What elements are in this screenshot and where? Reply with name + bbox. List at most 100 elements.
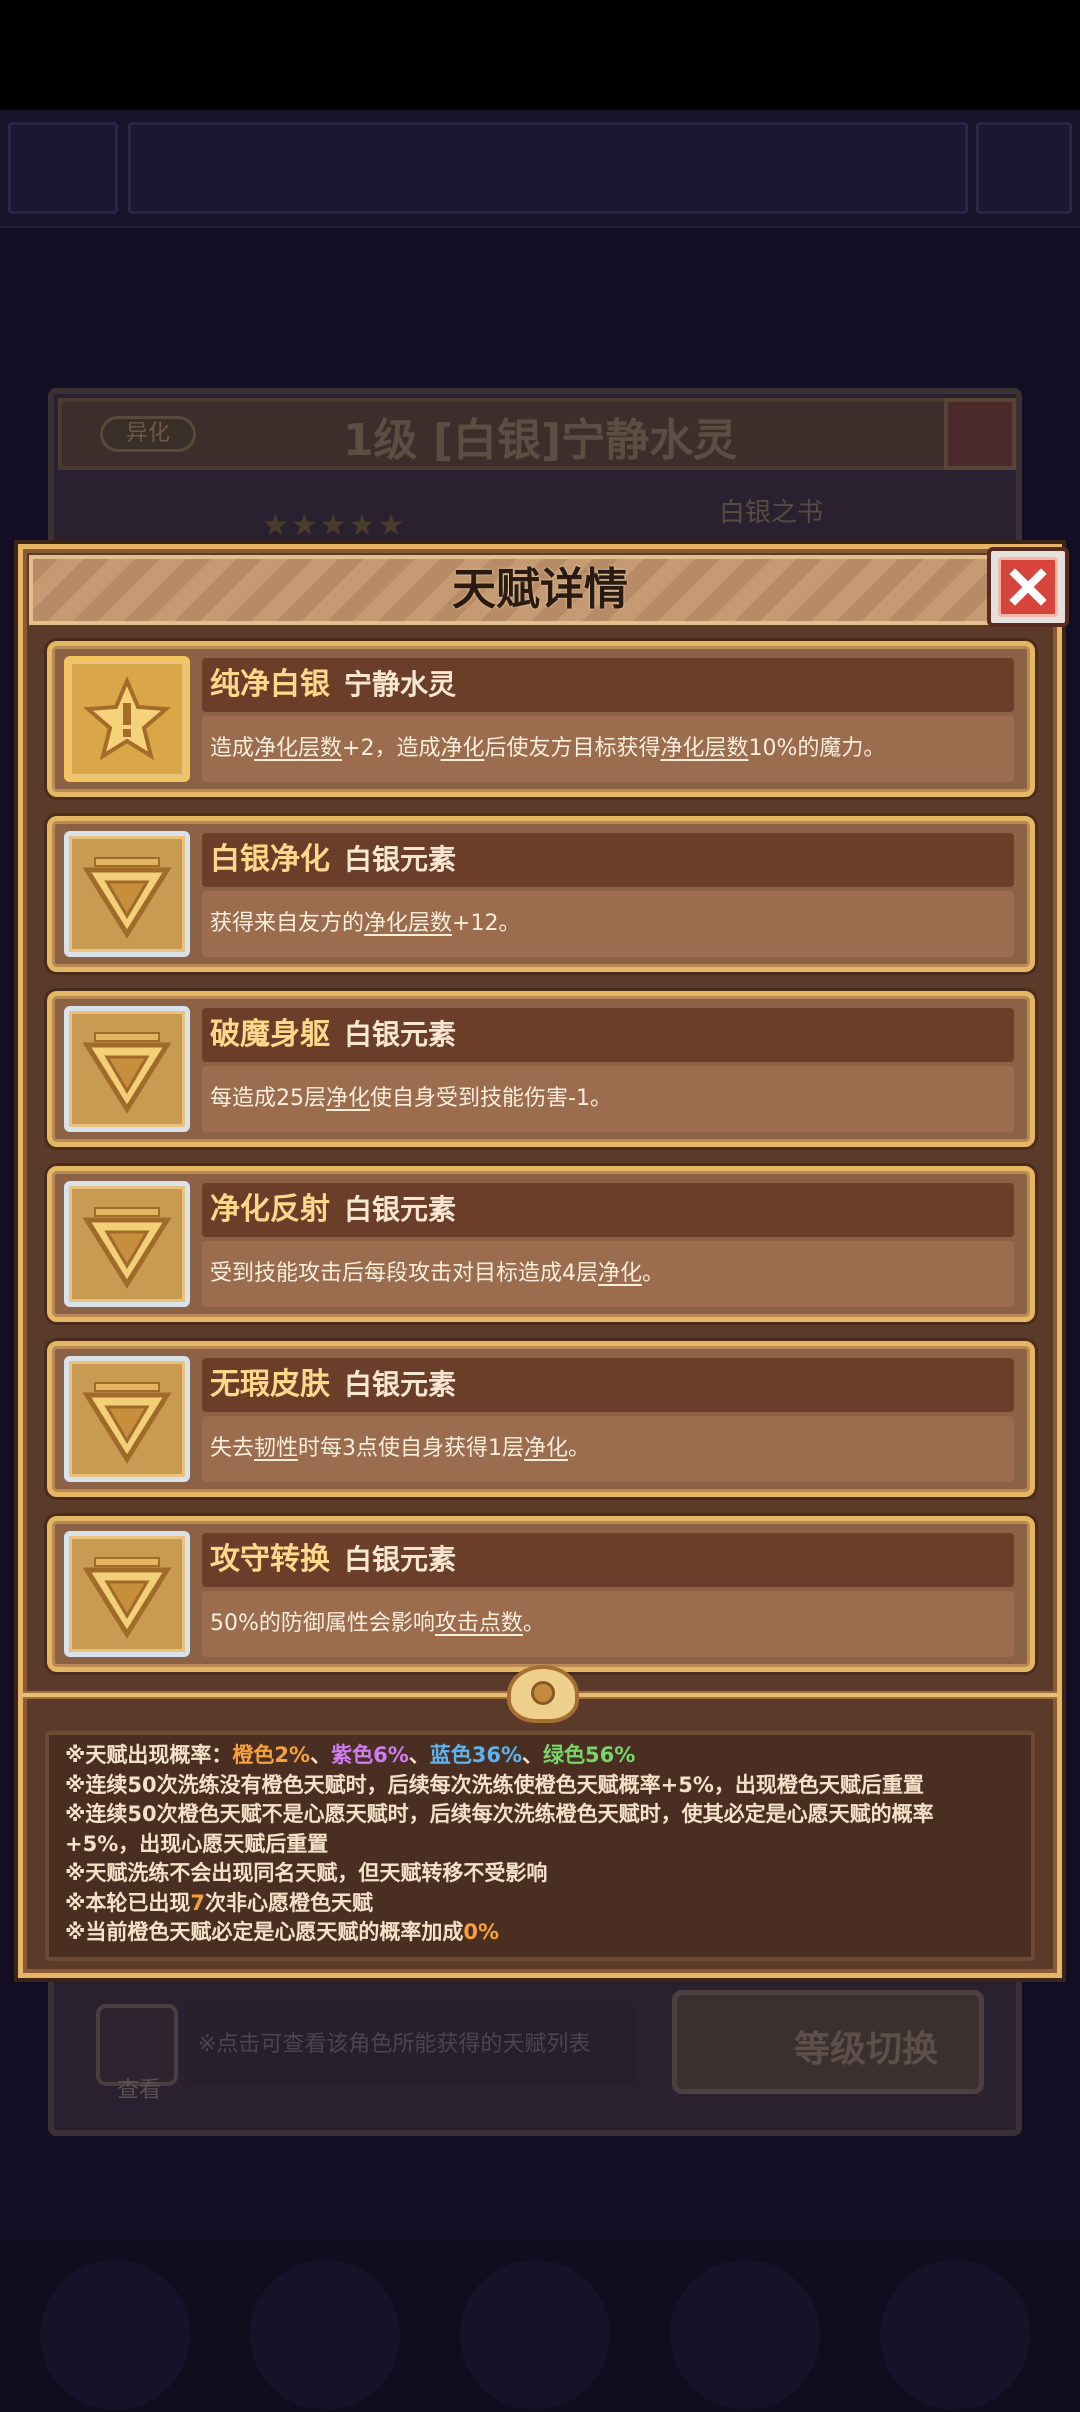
triangle-emblem-icon [64,1006,190,1132]
talent-desc-text: +12。 [452,911,521,936]
background-hint: ※点击可查看该角色所能获得的天赋列表 [186,2006,636,2084]
talent-description: 获得来自友方的净化层数+12。 [210,901,520,947]
talent-desc-text: 造成 [210,736,255,761]
background-stars: ★★★★★ [262,508,407,543]
talent-card[interactable]: 破魔身躯 白银元素每造成25层净化使自身受到技能伤害-1。 [47,991,1035,1147]
background-book-label: 白银之书 [718,498,823,528]
background-slot [8,122,118,214]
background-resource-bar [0,110,1080,228]
talent-keyword-link[interactable]: 净化层数 [661,736,749,761]
talent-probability-info: ※天赋出现概率：橙色2%、紫色6%、蓝色36%、绿色56% ※连续50次洗练没有… [45,1731,1035,1961]
close-icon [998,557,1058,617]
close-button[interactable] [987,547,1069,627]
wish-bonus-value: 0% [463,1920,500,1944]
info-count-prefix: ※本轮已出现 [65,1890,191,1915]
non-wish-count: 7 [190,1890,206,1915]
talent-desc-text: +2，造成 [342,736,441,761]
modal-header: 天赋详情 [29,555,1051,625]
talent-desc-text: 。 [522,1611,545,1636]
talent-element: 白银元素 [344,1368,457,1401]
info-separator-text: 、 [522,1743,543,1767]
talent-card[interactable]: 无瑕皮肤 白银元素失去韧性时每3点使自身获得1层净化。 [47,1341,1035,1497]
talent-card[interactable]: 纯净白银 宁静水灵 造成净化层数+2，造成净化后使友方目标获得净化层数10%的魔力。 [47,641,1035,797]
talent-card[interactable]: 白银净化 白银元素获得来自友方的净化层数+12。 [47,816,1035,972]
info-line-count: ※本轮已出现7次非心愿橙色天赋 [65,1889,1015,1919]
info-bonus-prefix: ※当前橙色天赋必定是心愿天赋的概率加成 [65,1920,464,1944]
talent-desc-text: 。 [642,1261,665,1286]
talent-element: 白银元素 [344,1193,457,1226]
talent-desc-text: 受到技能攻击后每段攻击对目标造成4层 [210,1261,598,1286]
talent-desc-text: 每造成25层 [210,1086,326,1111]
talent-card[interactable]: 攻守转换 白银元素 50%的防御属性会影响攻击点数。 [47,1516,1035,1672]
talent-card[interactable]: 净化反射 白银元素受到技能攻击后每段攻击对目标造成4层净化。 [47,1166,1035,1322]
talent-name: 攻守转换 [210,1542,330,1577]
background-view-label: 查看 [116,2078,161,2103]
talent-desc-text: 时每3点使自身获得1层 [298,1436,525,1461]
info-line-wish: ※连续50次橙色天赋不是心愿天赋时，后续每次洗练橙色天赋时，使其必定是心愿天赋的… [65,1802,934,1826]
info-line-wish-cont: +5%，出现心愿天赋后重置 [65,1831,329,1856]
triangle-emblem-icon [64,1531,190,1657]
background-dock-item [250,2260,400,2410]
talent-desc-text: 10%的魔力。 [748,736,886,761]
talent-description: 每造成25层净化使自身受到技能伤害-1。 [210,1076,612,1122]
talent-name: 净化反射 [210,1192,330,1227]
talent-details-modal: 天赋详情 纯净白银 宁静水灵 造成净化层数+2，造成净化后使友方目标获得净化层数10… [18,544,1069,1978]
talent-element: 宁静水灵 [344,668,457,701]
talent-name: 纯净白银 [210,667,330,702]
info-separator-text: 、 [408,1743,430,1767]
talent-keyword-link[interactable]: 净化层数 [364,911,452,936]
star-icon [64,656,190,782]
background-dock-item [460,2260,610,2410]
medal-ornament-icon [507,1665,579,1723]
talent-desc-text: 后使友方目标获得 [484,736,661,761]
info-count-suffix: 次非心愿橙色天赋 [205,1890,374,1915]
talent-keyword-link[interactable]: 净化 [524,1436,568,1461]
purple-rate: 紫色6% [331,1743,409,1767]
talent-keyword-link[interactable]: 净化层数 [254,736,342,761]
background-slot [128,122,968,214]
talent-keyword-link[interactable]: 净化 [598,1261,642,1286]
talent-description: 造成净化层数+2，造成净化后使友方目标获得净化层数10%的魔力。 [210,726,885,772]
talent-element: 白银元素 [344,1543,457,1576]
talent-keyword-link[interactable]: 韧性 [254,1436,298,1461]
background-slot [976,122,1072,214]
talent-desc-text: 50%的防御属性会影响 [210,1611,435,1636]
background-level-switch-label: 等级切换 [793,2029,938,2070]
talent-element: 白银元素 [344,1018,457,1051]
talent-description: 50%的防御属性会影响攻击点数。 [210,1601,545,1647]
triangle-emblem-icon [64,1181,190,1307]
info-line-rates: ※天赋出现概率：橙色2%、紫色6%、蓝色36%、绿色56% [65,1741,1015,1771]
info-line-pity: ※连续50次洗练没有橙色天赋时，后续每次洗练使橙色天赋概率+5%，出现橙色天赋后… [65,1772,924,1797]
talent-desc-text: 使自身受到技能伤害-1。 [370,1086,612,1111]
triangle-emblem-icon [64,1356,190,1482]
talent-keyword-link[interactable]: 净化 [440,736,484,761]
green-rate: 绿色56% [543,1743,636,1767]
background-dock-item [880,2260,1030,2410]
background-dock-item [40,2260,190,2410]
talent-name: 破魔身躯 [210,1017,330,1052]
blue-rate: 蓝色36% [429,1743,522,1767]
talent-keyword-link[interactable]: 攻击点数 [435,1611,523,1636]
triangle-emblem-icon [64,831,190,957]
background-tag: 异化 [100,416,196,452]
background-close-button [944,398,1016,470]
modal-title: 天赋详情 [452,564,628,615]
talent-name: 白银净化 [210,842,330,877]
talent-description: 失去韧性时每3点使自身获得1层净化。 [210,1426,590,1472]
talent-desc-text: 获得来自友方的 [210,911,365,936]
talent-desc-text: 失去 [210,1436,255,1461]
status-bar [0,0,1080,110]
info-line-duplicate: ※天赋洗练不会出现同名天赋，但天赋转移不受影响 [65,1861,548,1885]
talent-description: 受到技能攻击后每段攻击对目标造成4层净化。 [210,1251,664,1297]
talent-name: 无瑕皮肤 [210,1367,330,1402]
talent-element: 白银元素 [344,843,457,876]
info-separator-text: 、 [310,1743,332,1767]
talent-keyword-link[interactable]: 净化 [326,1086,370,1111]
info-rates-prefix: ※天赋出现概率： [65,1743,233,1767]
orange-rate: 橙色2% [232,1743,311,1767]
background-title: 1级 [白银]宁静水灵 [342,415,738,466]
background-dock-item [670,2260,820,2410]
info-line-bonus: ※当前橙色天赋必定是心愿天赋的概率加成0% [65,1918,1015,1948]
talent-desc-text: 。 [568,1436,591,1461]
background-bottom-dock [0,2240,1080,2412]
